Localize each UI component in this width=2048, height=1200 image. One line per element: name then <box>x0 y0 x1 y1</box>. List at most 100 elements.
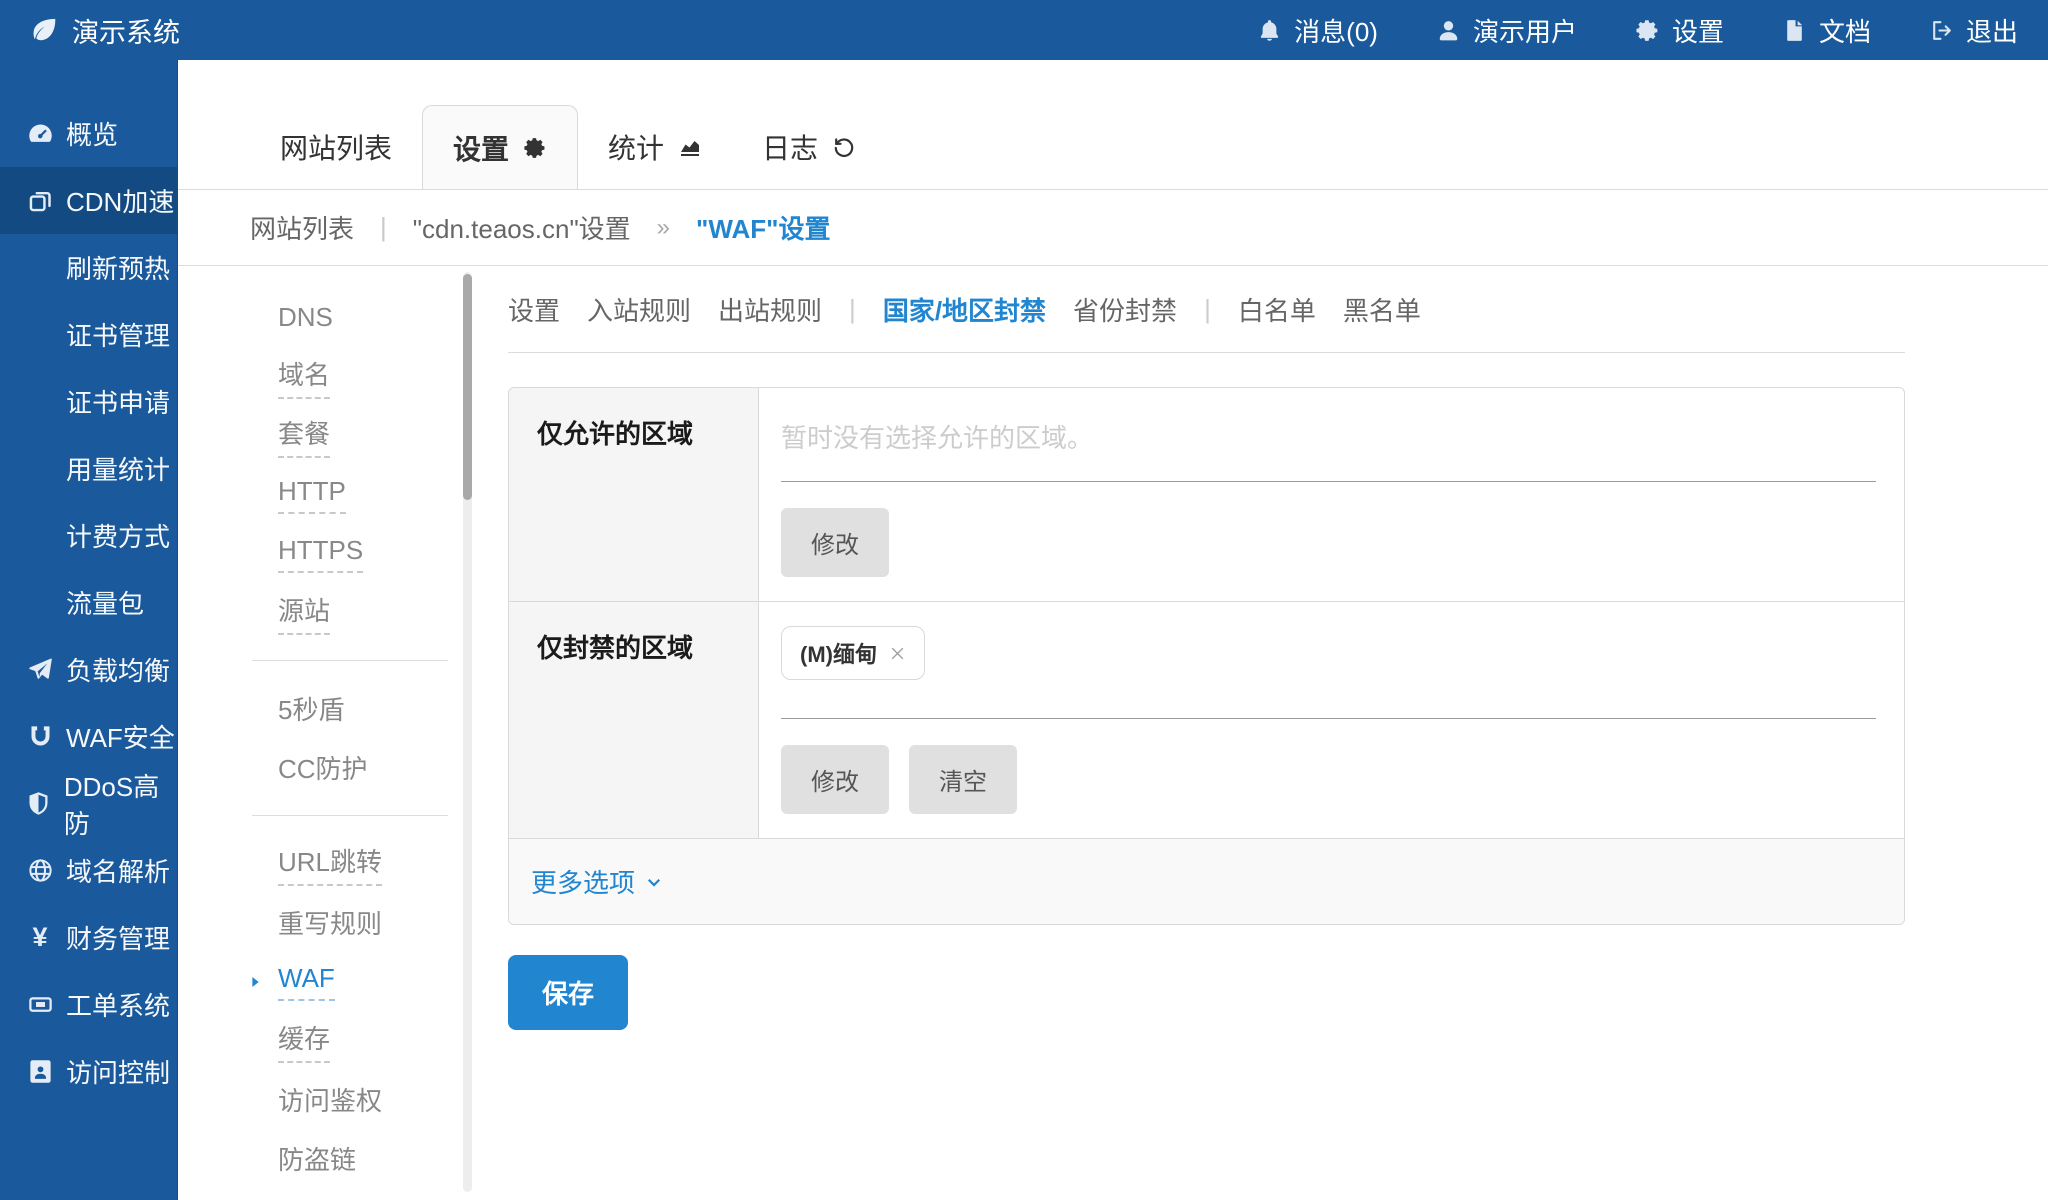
brand-label: 演示系统 <box>72 11 180 50</box>
breadcrumb-separator: | <box>380 212 387 243</box>
subnav-item-https[interactable]: HTTPS <box>178 524 460 583</box>
sidebar-item-label: 计费方式 <box>66 517 170 554</box>
bell-icon <box>1257 18 1282 43</box>
close-icon[interactable] <box>889 645 906 662</box>
blocked-region-tag-label: (M)缅甸 <box>800 637 877 669</box>
waf-tab-separator: | <box>1204 294 1211 325</box>
sidebar-item-cdn[interactable]: CDN加速 <box>0 167 177 234</box>
topnav-settings[interactable]: 设置 <box>1635 12 1724 49</box>
topnav-settings-label: 设置 <box>1672 12 1724 49</box>
more-options-link[interactable]: 更多选项 <box>531 863 663 900</box>
breadcrumb-site-list[interactable]: 网站列表 <box>250 209 354 246</box>
save-button[interactable]: 保存 <box>508 955 628 1030</box>
allowed-regions-buttons: 修改 <box>781 508 1876 577</box>
breadcrumb-waf-settings[interactable]: "WAF"设置 <box>696 209 830 246</box>
dashboard-icon <box>24 120 56 147</box>
scrollbar-thumb[interactable] <box>463 274 472 500</box>
modify-allowed-button[interactable]: 修改 <box>781 508 889 577</box>
sidebar-item-load-balance[interactable]: 负载均衡 <box>0 636 177 703</box>
waf-tab-outbound[interactable]: 出站规则 <box>718 291 822 328</box>
sidebar-item-label: 负载均衡 <box>66 651 170 688</box>
allowed-regions-row: 仅允许的区域 暂时没有选择允许的区域。 修改 <box>509 388 1904 601</box>
sidebar-item-cert-manage[interactable]: 证书管理 <box>0 301 177 368</box>
modify-blocked-button[interactable]: 修改 <box>781 745 889 814</box>
blocked-regions-display: (M)缅甸 <box>781 626 1876 719</box>
waf-tab-whitelist[interactable]: 白名单 <box>1238 291 1316 328</box>
sidebar-item-label: 访问控制 <box>66 1053 170 1090</box>
magnet-icon <box>24 723 56 750</box>
brand[interactable]: 演示系统 <box>30 11 180 50</box>
subnav-item-hotlink[interactable]: 防盗链 <box>178 1129 460 1188</box>
subnav-item-waf[interactable]: WAF <box>178 952 460 1011</box>
waf-tab-province-block[interactable]: 省份封禁 <box>1073 291 1177 328</box>
subnav-item-cache[interactable]: 缓存 <box>178 1011 460 1070</box>
waf-tab-settings[interactable]: 设置 <box>508 291 560 328</box>
topnav-docs[interactable]: 文档 <box>1782 12 1871 49</box>
sidebar-item-billing[interactable]: 计费方式 <box>0 502 177 569</box>
sidebar-item-label: 证书申请 <box>66 383 170 420</box>
subnav-item-dns[interactable]: DNS <box>178 288 460 347</box>
topnav-messages-label: 消息(0) <box>1294 12 1378 49</box>
subnav-item-cc-protect[interactable]: CC防护 <box>178 738 460 797</box>
sidebar-item-access-control[interactable]: 访问控制 <box>0 1038 177 1105</box>
waf-tab-country-block[interactable]: 国家/地区封禁 <box>883 291 1046 328</box>
tab-logs[interactable]: 日志 <box>732 105 886 189</box>
sidebar-item-tickets[interactable]: 工单系统 <box>0 971 177 1038</box>
tab-site-list[interactable]: 网站列表 <box>250 105 422 189</box>
sign-out-icon <box>1929 18 1954 43</box>
sidebar-item-overview[interactable]: 概览 <box>0 100 177 167</box>
yen-icon: ¥ <box>24 922 56 953</box>
sidebar-item-label: 用量统计 <box>66 450 170 487</box>
subnav-item-5s-shield[interactable]: 5秒盾 <box>178 679 460 738</box>
blocked-regions-buttons: 修改 清空 <box>781 745 1876 814</box>
tab-label: 设置 <box>453 128 509 168</box>
sidebar-item-traffic-pack[interactable]: 流量包 <box>0 569 177 636</box>
subnav-divider <box>252 815 448 816</box>
ticket-icon <box>24 991 56 1018</box>
subnav-item-origin[interactable]: 源站 <box>178 583 460 642</box>
subnav-divider <box>252 660 448 661</box>
paper-plane-icon <box>24 656 56 683</box>
tab-label: 统计 <box>608 127 664 167</box>
sidebar-item-ddos[interactable]: DDoS高防 <box>0 770 177 837</box>
sidebar-item-dns[interactable]: 域名解析 <box>0 837 177 904</box>
topnav-logout[interactable]: 退出 <box>1929 12 2018 49</box>
sidebar-item-purge[interactable]: 刷新预热 <box>0 234 177 301</box>
sidebar-item-label: 域名解析 <box>66 852 170 889</box>
sidebar-item-cert-apply[interactable]: 证书申请 <box>0 368 177 435</box>
content-row: DNS 域名 套餐 HTTP HTTPS 源站 <box>178 266 2048 1200</box>
sidebar-item-label: 证书管理 <box>66 316 170 353</box>
subnav-item-url-redirect[interactable]: URL跳转 <box>178 834 460 893</box>
breadcrumb-site-settings[interactable]: "cdn.teaos.cn"设置 <box>413 209 631 246</box>
blocked-region-tag: (M)缅甸 <box>781 626 925 680</box>
subnav-item-plan[interactable]: 套餐 <box>178 406 460 465</box>
tab-label: 网站列表 <box>280 127 392 167</box>
topnav-docs-label: 文档 <box>1819 12 1871 49</box>
subnav-item-http[interactable]: HTTP <box>178 465 460 524</box>
topnav-messages[interactable]: 消息(0) <box>1257 12 1378 49</box>
sidebar-item-label: 刷新预热 <box>66 249 170 286</box>
site-tabs: 网站列表 设置 统计 日志 <box>178 60 2048 190</box>
region-block-form: 仅允许的区域 暂时没有选择允许的区域。 修改 仅封禁的区域 <box>508 387 1905 925</box>
waf-tab-inbound[interactable]: 入站规则 <box>587 291 691 328</box>
sidebar-item-finance[interactable]: ¥ 财务管理 <box>0 904 177 971</box>
subnav-item-domain[interactable]: 域名 <box>178 347 460 406</box>
blocked-regions-value: (M)缅甸 修改 清空 <box>759 602 1904 838</box>
topnav: 消息(0) 演示用户 设置 文档 退出 <box>1257 12 2018 49</box>
tab-settings[interactable]: 设置 <box>422 105 578 189</box>
subnav-item-auth[interactable]: 访问鉴权 <box>178 1070 460 1129</box>
blocked-regions-label: 仅封禁的区域 <box>509 602 759 838</box>
shield-icon <box>24 790 54 817</box>
more-options-label: 更多选项 <box>531 863 635 900</box>
chart-area-icon <box>678 135 702 159</box>
waf-tab-blacklist[interactable]: 黑名单 <box>1343 291 1421 328</box>
history-icon <box>832 135 856 159</box>
topnav-user[interactable]: 演示用户 <box>1436 12 1577 49</box>
form-footer: 更多选项 <box>509 838 1904 924</box>
sidebar-item-waf[interactable]: WAF安全 <box>0 703 177 770</box>
sidebar-item-usage-stats[interactable]: 用量统计 <box>0 435 177 502</box>
gear-icon <box>1635 18 1660 43</box>
clear-blocked-button[interactable]: 清空 <box>909 745 1017 814</box>
tab-statistics[interactable]: 统计 <box>578 105 732 189</box>
subnav-item-rewrite-rules[interactable]: 重写规则 <box>178 893 460 952</box>
